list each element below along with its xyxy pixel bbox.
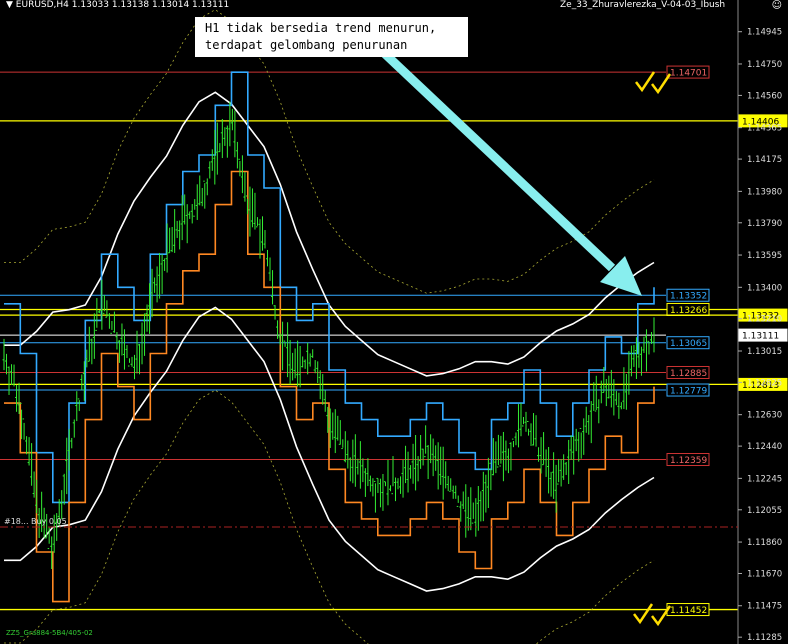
price-tick-label: 1.13400 — [747, 283, 782, 293]
price-tick-label: 1.14750 — [747, 60, 782, 70]
checkmark-icon — [635, 71, 656, 93]
arrow-shaft — [379, 48, 616, 272]
annotation-callout: H1 tidak bersedia trend menurun, terdapa… — [195, 17, 468, 57]
price-level-label: 1.13065 — [670, 339, 707, 349]
header-symbol-row: ▼ EURUSD,H4 1.13033 1.13138 1.13014 1.13… — [6, 0, 229, 10]
price-tick-label: 1.11285 — [747, 633, 782, 643]
price-level-label: 1.12779 — [670, 387, 707, 397]
price-tick-label: 1.12825 — [747, 378, 782, 388]
price-tick-label: 1.14560 — [747, 91, 782, 101]
chart-canvas: 1.147011.144061.133521.132661.132321.131… — [0, 0, 788, 644]
price-tick-label: 1.13595 — [747, 251, 782, 261]
price-level-label: 1.11452 — [670, 606, 707, 616]
price-level-label: 1.13111 — [742, 332, 779, 342]
price-tick-label: 1.13790 — [747, 219, 782, 229]
orange-step-channel — [4, 170, 655, 603]
price-tick-label: 1.13980 — [747, 187, 782, 197]
annotation-overlays — [0, 48, 738, 627]
smiley-icon: ☺ — [771, 0, 782, 11]
price-level-label: 1.14701 — [670, 69, 707, 79]
price-level-label: 1.12359 — [670, 456, 707, 466]
symbol-label: EURUSD,H4 — [15, 0, 69, 10]
price-tick-label: 1.11860 — [747, 538, 782, 548]
price-tick-label: 1.13015 — [747, 347, 782, 357]
price-level-label: 1.12885 — [670, 369, 707, 379]
checkmark-icon — [651, 73, 672, 95]
ohlc-values: 1.13033 1.13138 1.13014 1.13111 — [71, 0, 230, 10]
price-tick-label: 1.12245 — [747, 474, 782, 484]
down-triangle-icon: ▼ — [6, 0, 13, 10]
price-tick-label: 1.14365 — [747, 124, 782, 134]
checkmark-icon — [633, 603, 654, 625]
price-tick-label: 1.13210 — [747, 315, 782, 325]
price-tick-label: 1.11670 — [747, 569, 782, 579]
price-tick-label: 1.11475 — [747, 602, 782, 612]
indicator-name: Ze_33_Zhuravlerezka_V-04-03_Ibush — [560, 0, 726, 10]
footer-label: ZZ5_Gra884-5B4/405-02 — [6, 629, 93, 637]
price-level-label: 1.13352 — [670, 292, 707, 302]
order-label: #18... Buy 0.05 — [4, 517, 67, 526]
price-tick-label: 1.12630 — [747, 411, 782, 421]
price-tick-label: 1.14175 — [747, 155, 782, 165]
price-channels — [4, 71, 655, 603]
price-tick-label: 1.12055 — [747, 506, 782, 516]
price-tick-label: 1.12440 — [747, 442, 782, 452]
callout-line-1: H1 tidak bersedia trend menurun, — [205, 21, 437, 35]
callout-line-2: terdapat gelombang penurunan — [205, 38, 408, 52]
price-tick-label: 1.14945 — [747, 28, 782, 38]
price-axis: 1.14945 1.14750 1.14560 1.14365 1.14175 1.139… — [737, 0, 782, 644]
